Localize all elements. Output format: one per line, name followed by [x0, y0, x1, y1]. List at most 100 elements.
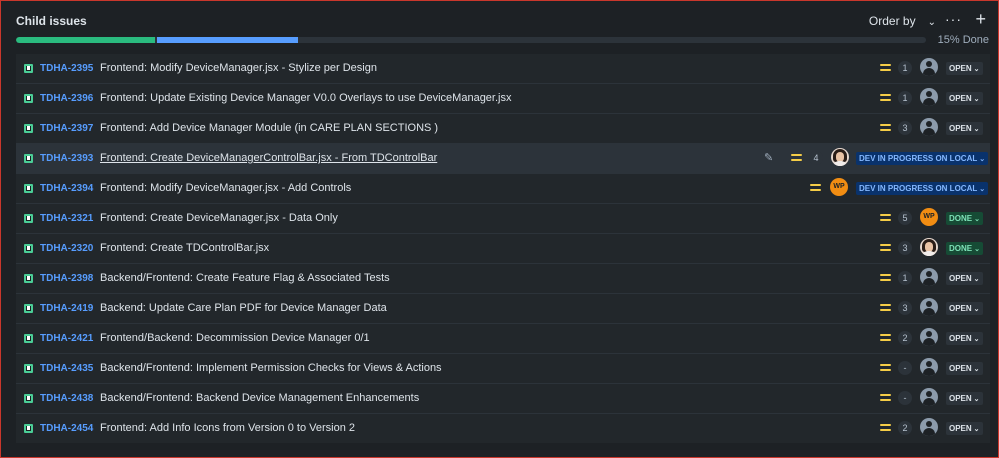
issue-row[interactable]: TDHA-2397 Frontend: Add Device Manager Mo… [16, 113, 990, 143]
story-points-badge: 3 [898, 301, 912, 315]
avatar-body [923, 128, 935, 136]
issue-key-link[interactable]: TDHA-2435 [40, 363, 93, 374]
issue-row[interactable]: TDHA-2396 Frontend: Update Existing Devic… [16, 83, 990, 113]
issue-row[interactable]: TDHA-2393 Frontend: Create DeviceManagerC… [16, 143, 990, 173]
story-points-badge: - [898, 391, 912, 405]
issue-key-link[interactable]: TDHA-2396 [40, 93, 93, 104]
status-dropdown[interactable]: DONE ⌄ [946, 212, 983, 225]
story-icon [24, 244, 33, 253]
issue-row[interactable]: TDHA-2454 Frontend: Add Info Icons from V… [16, 413, 990, 443]
issue-summary[interactable]: Frontend: Create DeviceManagerControlBar… [100, 152, 437, 164]
issue-summary[interactable]: Frontend: Update Existing Device Manager… [100, 92, 511, 104]
issue-key-link[interactable]: TDHA-2454 [40, 423, 93, 434]
issue-key-link[interactable]: TDHA-2320 [40, 243, 93, 254]
issue-summary[interactable]: Backend/Frontend: Create Feature Flag & … [100, 272, 390, 284]
issue-row[interactable]: TDHA-2321 Frontend: Create DeviceManager.… [16, 203, 990, 233]
unassigned-avatar-icon[interactable] [920, 118, 938, 136]
assignee-avatar[interactable] [831, 148, 849, 166]
status-dropdown[interactable]: OPEN ⌄ [946, 92, 983, 105]
issue-summary[interactable]: Backend: Update Care Plan PDF for Device… [100, 302, 387, 314]
status-dropdown[interactable]: DEV IN PROGRESS ON LOCAL ⌄ [856, 152, 989, 165]
unassigned-avatar-icon[interactable] [920, 388, 938, 406]
issue-row[interactable]: TDHA-2438 Backend/Frontend: Backend Devic… [16, 383, 990, 413]
priority-medium-icon [880, 93, 891, 102]
issue-key-link[interactable]: TDHA-2419 [40, 303, 93, 314]
story-points-badge: 3 [898, 121, 912, 135]
story-icon [24, 214, 33, 223]
issue-summary[interactable]: Frontend/Backend: Decommission Device Ma… [100, 332, 370, 344]
issue-row[interactable]: TDHA-2421 Frontend/Backend: Decommission … [16, 323, 990, 353]
unassigned-avatar-icon[interactable] [920, 268, 938, 286]
issue-summary[interactable]: Frontend: Create DeviceManager.jsx - Dat… [100, 212, 338, 224]
status-label: DEV IN PROGRESS ON LOCAL [859, 184, 978, 193]
chevron-down-icon: ⌄ [973, 66, 980, 73]
issue-key-link[interactable]: TDHA-2395 [40, 63, 93, 74]
status-dropdown[interactable]: OPEN ⌄ [946, 422, 983, 435]
chevron-down-icon: ⌄ [973, 126, 980, 133]
status-dropdown[interactable]: OPEN ⌄ [946, 302, 983, 315]
issue-row[interactable]: TDHA-2435 Backend/Frontend: Implement Per… [16, 353, 990, 383]
status-dropdown[interactable]: DEV IN PROGRESS ON LOCAL ⌄ [856, 182, 989, 195]
issue-summary[interactable]: Frontend: Add Info Icons from Version 0 … [100, 422, 355, 434]
status-dropdown[interactable]: OPEN ⌄ [946, 122, 983, 135]
issue-row[interactable]: TDHA-2398 Backend/Frontend: Create Featur… [16, 263, 990, 293]
issue-key-link[interactable]: TDHA-2438 [40, 393, 93, 404]
window-frame: Child issues Order by ⌄ ··· + 15% Done TD… [0, 0, 999, 458]
issue-row[interactable]: TDHA-2395 Frontend: Modify DeviceManager.… [16, 54, 990, 83]
story-icon [24, 334, 33, 343]
unassigned-avatar-icon[interactable] [920, 88, 938, 106]
story-icon [24, 64, 33, 73]
unassigned-avatar-icon[interactable] [920, 358, 938, 376]
order-by-button[interactable]: Order by ⌄ [869, 14, 936, 28]
story-points-badge: 2 [898, 421, 912, 435]
unassigned-avatar-icon[interactable] [920, 418, 938, 436]
status-dropdown[interactable]: OPEN ⌄ [946, 392, 983, 405]
issue-key-link[interactable]: TDHA-2397 [40, 123, 93, 134]
assignee-avatar[interactable]: WP [920, 208, 938, 226]
status-dropdown[interactable]: OPEN ⌄ [946, 62, 983, 75]
avatar-head [926, 61, 932, 67]
status-dropdown[interactable]: OPEN ⌄ [946, 362, 983, 375]
issue-summary[interactable]: Backend/Frontend: Implement Permission C… [100, 362, 442, 374]
story-icon [24, 274, 33, 283]
issue-key-link[interactable]: TDHA-2393 [40, 153, 93, 164]
unassigned-avatar-icon[interactable] [920, 298, 938, 316]
issue-row[interactable]: TDHA-2320 Frontend: Create TDControlBar.j… [16, 233, 990, 263]
priority-medium-icon [880, 63, 891, 72]
issue-summary[interactable]: Frontend: Create TDControlBar.jsx [100, 242, 269, 254]
more-actions-icon[interactable]: ··· [945, 11, 962, 27]
issue-key-link[interactable]: TDHA-2421 [40, 333, 93, 344]
story-points-badge: 1 [898, 91, 912, 105]
issue-key-link[interactable]: TDHA-2394 [40, 183, 93, 194]
unassigned-avatar-icon[interactable] [920, 58, 938, 76]
issue-row[interactable]: TDHA-2394 Frontend: Modify DeviceManager.… [16, 173, 990, 203]
status-dropdown[interactable]: OPEN ⌄ [946, 332, 983, 345]
pencil-icon[interactable]: ✎ [764, 151, 773, 164]
status-label: DONE [949, 214, 973, 223]
issue-summary[interactable]: Backend/Frontend: Backend Device Managem… [100, 392, 419, 404]
issue-key-link[interactable]: TDHA-2398 [40, 273, 93, 284]
issue-summary[interactable]: Frontend: Modify DeviceManager.jsx - Sty… [100, 62, 377, 74]
issue-summary[interactable]: Frontend: Modify DeviceManager.jsx - Add… [100, 182, 351, 194]
chevron-down-icon: ⌄ [979, 186, 986, 193]
chevron-down-icon: ⌄ [973, 276, 980, 283]
story-points-badge: 1 [898, 61, 912, 75]
chevron-down-icon: ⌄ [973, 396, 980, 403]
priority-medium-icon [880, 393, 891, 402]
status-label: OPEN [949, 64, 972, 73]
issue-summary[interactable]: Frontend: Add Device Manager Module (in … [100, 122, 438, 134]
status-dropdown[interactable]: DONE ⌄ [946, 242, 983, 255]
story-icon [24, 424, 33, 433]
status-dropdown[interactable]: OPEN ⌄ [946, 272, 983, 285]
avatar-head [926, 121, 932, 127]
progress-percent-label: 15% Done [937, 34, 989, 46]
progress-bar [16, 37, 926, 43]
issue-row[interactable]: TDHA-2419 Backend: Update Care Plan PDF f… [16, 293, 990, 323]
avatar-head [926, 331, 932, 337]
avatar-body [833, 161, 847, 166]
assignee-avatar[interactable] [920, 238, 938, 256]
unassigned-avatar-icon[interactable] [920, 328, 938, 346]
add-child-issue-icon[interactable]: + [975, 9, 986, 30]
assignee-avatar[interactable]: WP [830, 178, 848, 196]
issue-key-link[interactable]: TDHA-2321 [40, 213, 93, 224]
